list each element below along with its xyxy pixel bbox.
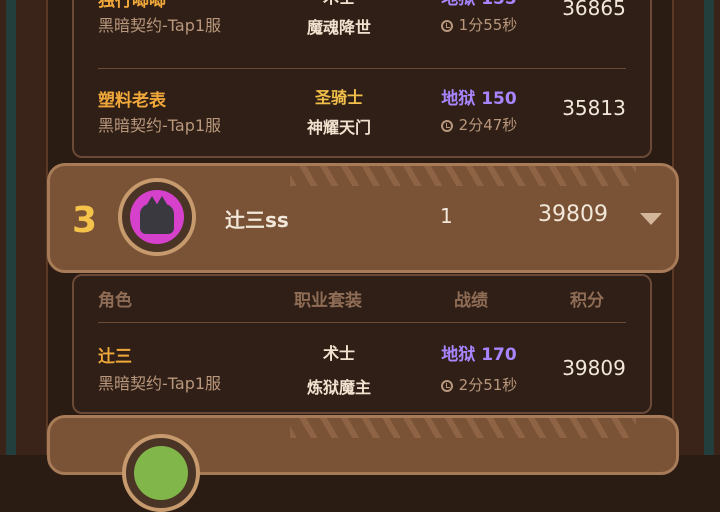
decorative-pattern	[290, 166, 636, 186]
rank-entry-next[interactable]	[47, 415, 679, 512]
difficulty-level: 地狱 150	[441, 89, 517, 109]
right-frame-rail	[704, 0, 714, 455]
member-row[interactable]: 独行唧唧 黑暗契约-Tap1服 术士 魔魂降世 地狱 155 1分55秒 368…	[74, 0, 650, 42]
clear-time-text: 2分51秒	[458, 376, 518, 394]
avatar-image	[130, 190, 184, 244]
suit-name: 魔魂降世	[306, 18, 371, 37]
class-name: 圣骑士	[314, 88, 363, 107]
header-divider	[98, 322, 626, 323]
role-name: 独行唧唧	[98, 0, 166, 11]
role-name: 辻三	[98, 347, 132, 367]
class-name: 术士	[322, 344, 355, 363]
clock-icon	[440, 20, 453, 32]
clear-time: 1分55秒	[424, 14, 534, 35]
team-members-panel-top: 独行唧唧 黑暗契约-Tap1服 术士 魔魂降世 地狱 155 1分55秒 368…	[72, 0, 652, 158]
column-headers: 角色 职业套装 战绩 积分	[74, 286, 650, 311]
score-value: 35813	[562, 96, 626, 120]
header-record: 战绩	[454, 291, 488, 311]
left-frame-rail	[6, 0, 16, 455]
avatar	[122, 434, 200, 512]
row-divider	[98, 68, 626, 69]
score-value: 36865	[562, 0, 626, 20]
server-name: 黑暗契约-Tap1服	[98, 16, 222, 35]
rank-number: 3	[72, 200, 98, 241]
player-name: 辻三ss	[225, 208, 289, 232]
header-role: 角色	[98, 291, 132, 311]
header-score: 积分	[570, 291, 604, 311]
clear-time: 2分51秒	[424, 374, 534, 395]
member-row[interactable]: 塑料老表 黑暗契约-Tap1服 圣骑士 神耀天门 地狱 150 2分47秒 35…	[74, 86, 650, 146]
decorative-pattern	[290, 418, 636, 438]
server-name: 黑暗契约-Tap1服	[98, 374, 222, 393]
member-row[interactable]: 辻三 黑暗契约-Tap1服 术士 炼狱魔主 地狱 170 2分51秒 39809	[74, 338, 650, 398]
left-frame	[0, 0, 48, 455]
difficulty-level: 地狱 170	[441, 345, 517, 365]
score-value: 39809	[562, 356, 626, 380]
avatar-image	[134, 446, 188, 500]
header-suit: 职业套装	[294, 291, 362, 311]
role-name: 塑料老表	[98, 91, 166, 111]
class-name: 术士	[304, 0, 374, 8]
clear-time-text: 1分55秒	[458, 16, 518, 34]
clock-icon	[440, 120, 453, 132]
wolf-mask-icon	[140, 196, 174, 234]
server-name: 黑暗契约-Tap1服	[98, 116, 222, 135]
avatar	[118, 178, 196, 256]
difficulty-level: 地狱 155	[424, 0, 534, 9]
clear-time-text: 2分47秒	[458, 116, 518, 134]
clock-icon	[440, 380, 453, 392]
total-score: 39809	[538, 202, 608, 227]
rank-entry-3[interactable]: 3 辻三ss 1 39809	[47, 163, 679, 273]
suit-name: 神耀天门	[306, 118, 371, 137]
member-count: 1	[440, 204, 453, 228]
suit-name: 炼狱魔主	[306, 378, 371, 397]
chevron-down-icon[interactable]	[640, 213, 662, 225]
right-frame	[672, 0, 720, 455]
clear-time: 2分47秒	[424, 114, 534, 135]
team-members-panel-bottom: 角色 职业套装 战绩 积分 辻三 黑暗契约-Tap1服 术士 炼狱魔主 地狱 1…	[72, 274, 652, 414]
